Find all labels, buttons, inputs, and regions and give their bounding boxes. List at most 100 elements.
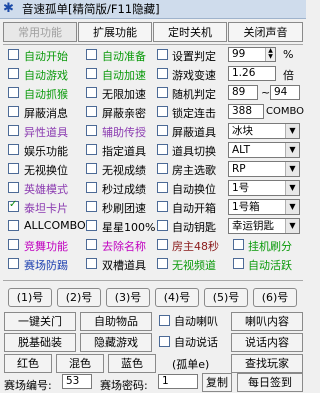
host-song-checkbox[interactable]: [157, 163, 168, 174]
random-max-input[interactable]: 94: [270, 85, 300, 100]
auto-swap-select[interactable]: 1号 ▼: [228, 180, 300, 196]
assist-teach-checkbox[interactable]: [86, 125, 97, 136]
seat-1-button[interactable]: (1)号: [8, 288, 52, 307]
daily-checkin-button[interactable]: 每日签到: [237, 373, 303, 392]
block-intimacy-label: 屏蔽亲密: [102, 107, 146, 120]
tab-common-functions[interactable]: 常用功能: [3, 22, 77, 42]
host-song-select[interactable]: RP ▼: [228, 161, 300, 177]
team-speed-label: 秒刷团速: [102, 202, 146, 215]
titan-card-label: 泰坦卡片: [24, 202, 68, 215]
allcombo-checkbox[interactable]: [8, 220, 19, 231]
dance-compete-checkbox[interactable]: [8, 239, 19, 250]
star-100-checkbox[interactable]: [86, 220, 97, 231]
horn-content-button[interactable]: 喇叭内容: [231, 312, 303, 331]
opposite-item-label: 异性道具: [24, 126, 68, 139]
auto-key-label: 自动钥匙: [172, 221, 216, 234]
ignore-swap-checkbox[interactable]: [8, 163, 19, 174]
option-row: 自动游戏 自动加速 游戏变速 1.26 倍: [0, 66, 306, 83]
separator: [3, 280, 303, 281]
option-row: ALLCOMBO 星星100% 自动钥匙 幸运钥匙 ▼: [0, 218, 306, 235]
set-judgment-checkbox[interactable]: [157, 49, 168, 60]
seat-3-button[interactable]: (3)号: [106, 288, 150, 307]
random-min-input[interactable]: 89: [228, 85, 258, 100]
random-judgment-checkbox[interactable]: [157, 87, 168, 98]
red-color-button[interactable]: 红色: [4, 354, 52, 373]
block-items-checkbox[interactable]: [157, 125, 168, 136]
find-player-button[interactable]: 查找玩家: [231, 354, 303, 373]
auto-key-checkbox[interactable]: [157, 220, 168, 231]
auto-accelerate-checkbox[interactable]: [86, 68, 97, 79]
box-select[interactable]: 1号箱 ▼: [228, 199, 300, 215]
item-switch-checkbox[interactable]: [157, 144, 168, 155]
host-48s-checkbox[interactable]: [157, 239, 168, 250]
game-speed-checkbox[interactable]: [157, 68, 168, 79]
tab-scheduled-shutdown[interactable]: 定时关机: [153, 22, 227, 42]
opposite-item-checkbox[interactable]: [8, 125, 19, 136]
auto-open-box-checkbox[interactable]: [157, 201, 168, 212]
auto-catch-checkbox[interactable]: [8, 87, 19, 98]
entertainment-checkbox[interactable]: [8, 144, 19, 155]
room-number-label: 赛场编号:: [4, 379, 52, 392]
instant-score-checkbox[interactable]: [86, 182, 97, 193]
combo-input[interactable]: 388: [228, 104, 264, 119]
chevron-down-icon: ▼: [285, 181, 299, 195]
ignore-channel-checkbox[interactable]: [157, 258, 168, 269]
tab-mute-sound[interactable]: 关闭声音: [228, 22, 303, 42]
percent-unit: %: [283, 48, 294, 61]
separator: [3, 44, 303, 45]
judgment-spinner[interactable]: ▲ ▼: [265, 48, 275, 61]
instant-score-label: 秒过成绩: [102, 183, 146, 196]
room-password-input[interactable]: 1: [158, 374, 198, 389]
ignore-score-checkbox[interactable]: [86, 163, 97, 174]
seat-4-button[interactable]: (4)号: [155, 288, 199, 307]
auto-start-label: 自动开始: [24, 50, 68, 63]
speed-input[interactable]: 1.26: [228, 66, 276, 81]
auto-active-checkbox[interactable]: [233, 258, 244, 269]
remove-basic-outfit-button[interactable]: 脱基础装: [4, 333, 76, 352]
blue-color-button[interactable]: 蓝色: [108, 354, 156, 373]
item-switch-select[interactable]: ALT ▼: [228, 142, 300, 158]
seat-2-button[interactable]: (2)号: [57, 288, 101, 307]
titan-card-checkbox[interactable]: [8, 199, 19, 212]
host-48s-label: 房主48秒: [172, 240, 219, 253]
auto-horn-checkbox[interactable]: [159, 315, 170, 326]
tab-extended-functions[interactable]: 扩展功能: [78, 22, 152, 42]
self-items-button[interactable]: 自助物品: [80, 312, 152, 331]
remove-name-checkbox[interactable]: [86, 239, 97, 250]
block-intimacy-checkbox[interactable]: [86, 106, 97, 117]
hero-mode-checkbox[interactable]: [8, 182, 19, 193]
auto-accelerate-label: 自动加速: [102, 69, 146, 82]
team-speed-checkbox[interactable]: [86, 201, 97, 212]
key-select[interactable]: 幸运钥匙 ▼: [228, 218, 300, 234]
app-logo-icon: ✱: [3, 1, 14, 16]
block-item-select[interactable]: 冰块 ▼: [228, 123, 300, 139]
block-item-value: 冰块: [232, 125, 253, 137]
room-number-input[interactable]: 53: [62, 374, 92, 389]
close-door-button[interactable]: 一键关门: [4, 312, 76, 331]
infinite-accel-label: 无限加速: [102, 88, 146, 101]
auto-start-checkbox[interactable]: [8, 49, 19, 60]
judgment-value: 99: [232, 48, 246, 60]
speak-content-button[interactable]: 说话内容: [231, 333, 303, 352]
mixed-color-button[interactable]: 混色: [56, 354, 104, 373]
copy-button[interactable]: 复制: [202, 373, 232, 392]
lock-combo-checkbox[interactable]: [157, 106, 168, 117]
auto-speak-checkbox[interactable]: [159, 336, 170, 347]
seat-5-button[interactable]: (5)号: [204, 288, 248, 307]
double-slot-checkbox[interactable]: [86, 258, 97, 269]
infinite-accel-checkbox[interactable]: [86, 87, 97, 98]
auto-game-checkbox[interactable]: [8, 68, 19, 79]
auto-ready-checkbox[interactable]: [86, 49, 97, 60]
judgment-input[interactable]: 99 ▲ ▼: [228, 47, 276, 62]
anti-kick-checkbox[interactable]: [8, 258, 19, 269]
box-value: 1号箱: [232, 201, 260, 213]
auto-speak-label: 自动说话: [174, 336, 218, 349]
hide-game-button[interactable]: 隐藏游戏: [80, 333, 152, 352]
afk-score-checkbox[interactable]: [233, 239, 244, 250]
specify-item-checkbox[interactable]: [86, 144, 97, 155]
tab-bar: 常用功能 扩展功能 定时关机 关闭声音: [0, 22, 306, 44]
seat-6-button[interactable]: (6)号: [253, 288, 297, 307]
block-messages-checkbox[interactable]: [8, 106, 19, 117]
auto-swap-checkbox[interactable]: [157, 182, 168, 193]
ignore-channel-label: 无视频道: [172, 259, 216, 272]
